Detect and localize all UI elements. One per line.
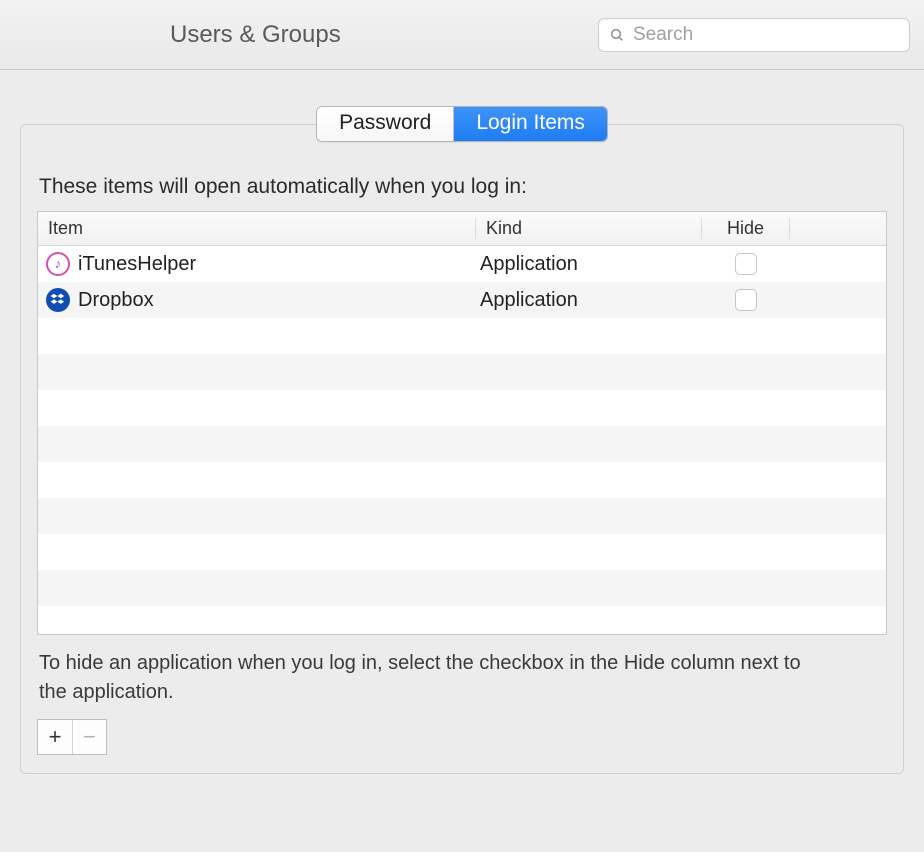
tab-bar: Password Login Items <box>0 106 924 142</box>
login-items-panel: These items will open automatically when… <box>20 124 904 774</box>
login-items-hint: To hide an application when you log in, … <box>39 649 829 707</box>
table-body: iTunesHelper Application Dropbox Applicatio… <box>38 246 886 635</box>
table-row-empty <box>38 534 886 570</box>
column-header-item[interactable]: Item <box>38 218 476 239</box>
column-header-kind[interactable]: Kind <box>476 218 702 239</box>
cell-kind: Application <box>476 253 702 276</box>
hide-checkbox[interactable] <box>735 289 757 311</box>
add-button[interactable]: + <box>38 720 72 754</box>
tab-password[interactable]: Password <box>317 107 454 141</box>
window-title: Users & Groups <box>170 21 341 49</box>
add-remove-control: + − <box>37 719 107 755</box>
table-row-empty <box>38 390 886 426</box>
table-row[interactable]: iTunesHelper Application <box>38 246 886 282</box>
cell-kind: Application <box>476 289 702 312</box>
hide-checkbox[interactable] <box>735 253 757 275</box>
table-row-empty <box>38 354 886 390</box>
column-header-hide[interactable]: Hide <box>702 218 790 239</box>
search-input[interactable] <box>631 23 899 47</box>
login-items-intro: These items will open automatically when… <box>39 175 887 199</box>
table-row-empty <box>38 462 886 498</box>
segmented-control: Password Login Items <box>316 106 608 142</box>
item-name: Dropbox <box>78 289 154 312</box>
table-row-empty <box>38 570 886 606</box>
itunes-icon <box>46 252 70 276</box>
remove-button[interactable]: − <box>72 720 106 754</box>
search-field-wrap[interactable] <box>598 18 910 52</box>
login-items-table: Item Kind Hide iTunesHelperApplicationDr… <box>37 211 887 635</box>
window-toolbar: Users & Groups <box>0 0 924 70</box>
table-row-empty <box>38 318 886 354</box>
table-row[interactable]: Dropbox Application <box>38 282 886 318</box>
cell-hide <box>702 289 790 311</box>
search-icon <box>609 27 625 43</box>
dropbox-icon <box>46 288 70 312</box>
cell-hide <box>702 253 790 275</box>
table-row-empty <box>38 606 886 635</box>
item-name: iTunesHelper <box>78 253 196 276</box>
cell-item: iTunesHelper <box>38 252 476 276</box>
table-row-empty <box>38 426 886 462</box>
cell-item: Dropbox <box>38 288 476 312</box>
table-header: Item Kind Hide <box>38 212 886 246</box>
tab-login-items[interactable]: Login Items <box>454 107 607 141</box>
table-row-empty <box>38 498 886 534</box>
